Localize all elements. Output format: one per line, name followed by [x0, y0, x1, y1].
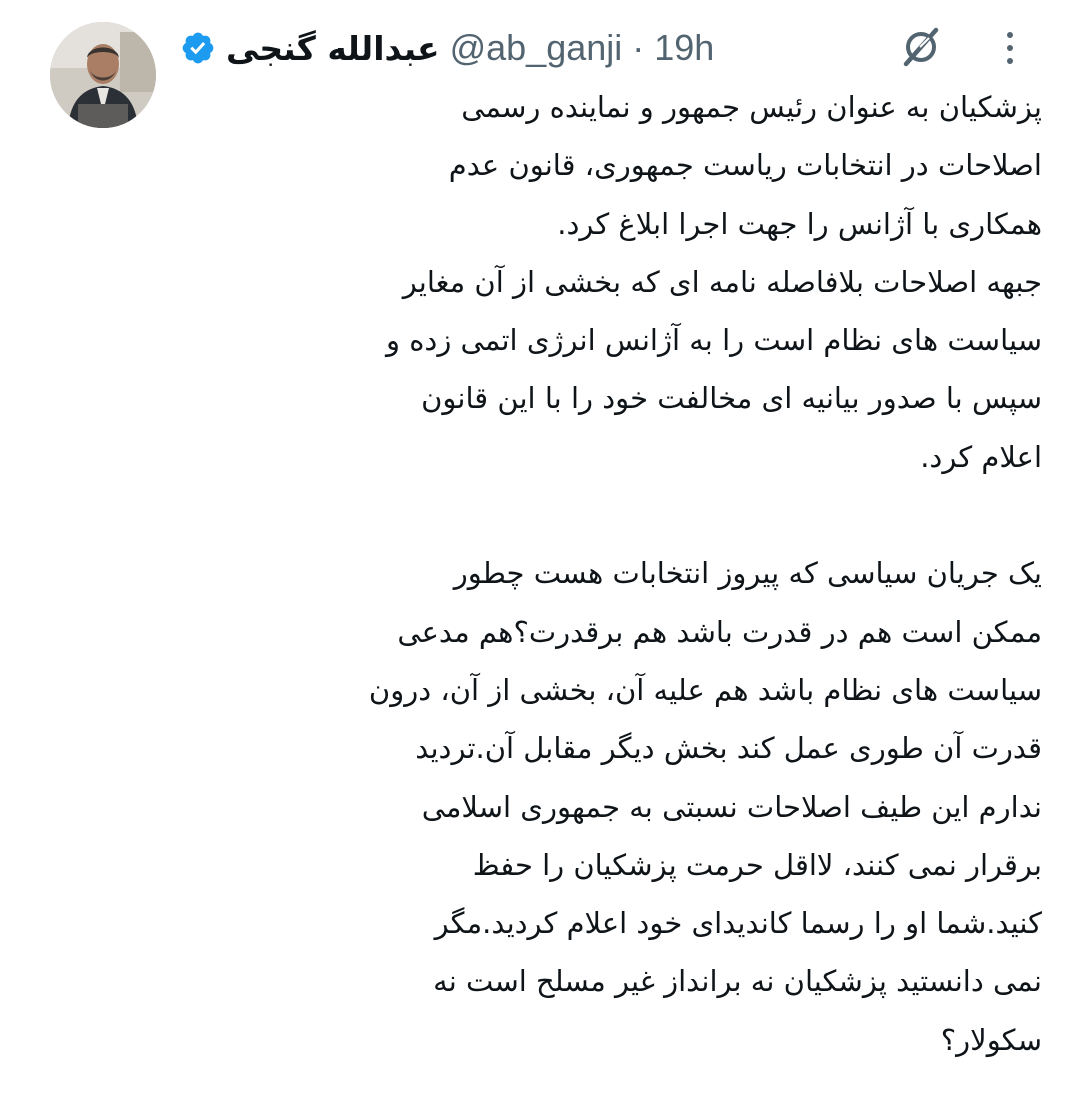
tweet-line: سکولار؟ [940, 1022, 1042, 1057]
author-meta: عبدالله گنجی @ab_ganji · 19h [180, 20, 714, 76]
author-handle[interactable]: @ab_ganji [450, 27, 623, 69]
tweet-line: کنید.شما او را رسما کاندیدای خود اعلام ک… [434, 906, 1042, 941]
tweet-line: همکاری با آژانس را جهت اجرا ابلاغ کرد. [557, 206, 1042, 241]
avatar[interactable] [50, 22, 156, 128]
tweet-line: ممکن است هم در قدرت باشد هم برقدرت؟هم مد… [397, 614, 1042, 649]
tweet-line: سیاست های نظام باشد هم علیه آن، بخشی از … [368, 672, 1042, 707]
more-options-icon[interactable] [998, 26, 1022, 70]
tweet-line: یک جریان سیاسی که پیروز انتخابات هست چطو… [453, 556, 1042, 591]
tweet-line: سپس با صدور بیانیه ای مخالفت خود را با ا… [421, 381, 1042, 416]
tweet-line: اعلام کرد. [920, 439, 1042, 474]
tweet-line: جبهه اصلاحات بلافاصله نامه ای که بخشی از… [402, 264, 1042, 299]
meta-separator: · [632, 27, 645, 68]
tweet-text: پزشکیان به عنوان رئیس جمهور و نماینده رس… [170, 78, 1042, 1069]
verified-badge-icon [180, 30, 216, 66]
tweet-line: برقرار نمی کنند، لااقل حرمت پزشکیان را ح… [472, 847, 1042, 882]
grok-icon[interactable] [898, 24, 944, 70]
tweet-header: عبدالله گنجی @ab_ganji · 19h [180, 20, 1060, 76]
tweet-line: پزشکیان به عنوان رئیس جمهور و نماینده رس… [461, 90, 1042, 124]
tweet-line: اصلاحات در انتخابات ریاست جمهوری، قانون … [448, 148, 1042, 183]
tweet-line: قدرت آن طوری عمل کند بخش دیگر مقابل آن.ت… [415, 731, 1042, 766]
tweet-line: سیاست های نظام است را به آژانس انرژی اتم… [385, 323, 1042, 358]
author-handle-time: @ab_ganji · 19h [450, 27, 715, 69]
tweet-line: نمی دانستید پزشکیان نه برانداز غیر مسلح … [433, 964, 1042, 999]
tweet-line: ندارم این طیف اصلاحات نسبتی به جمهوری اس… [421, 789, 1042, 824]
tweet-timestamp[interactable]: 19h [654, 27, 714, 69]
author-display-name[interactable]: عبدالله گنجی [226, 29, 440, 68]
